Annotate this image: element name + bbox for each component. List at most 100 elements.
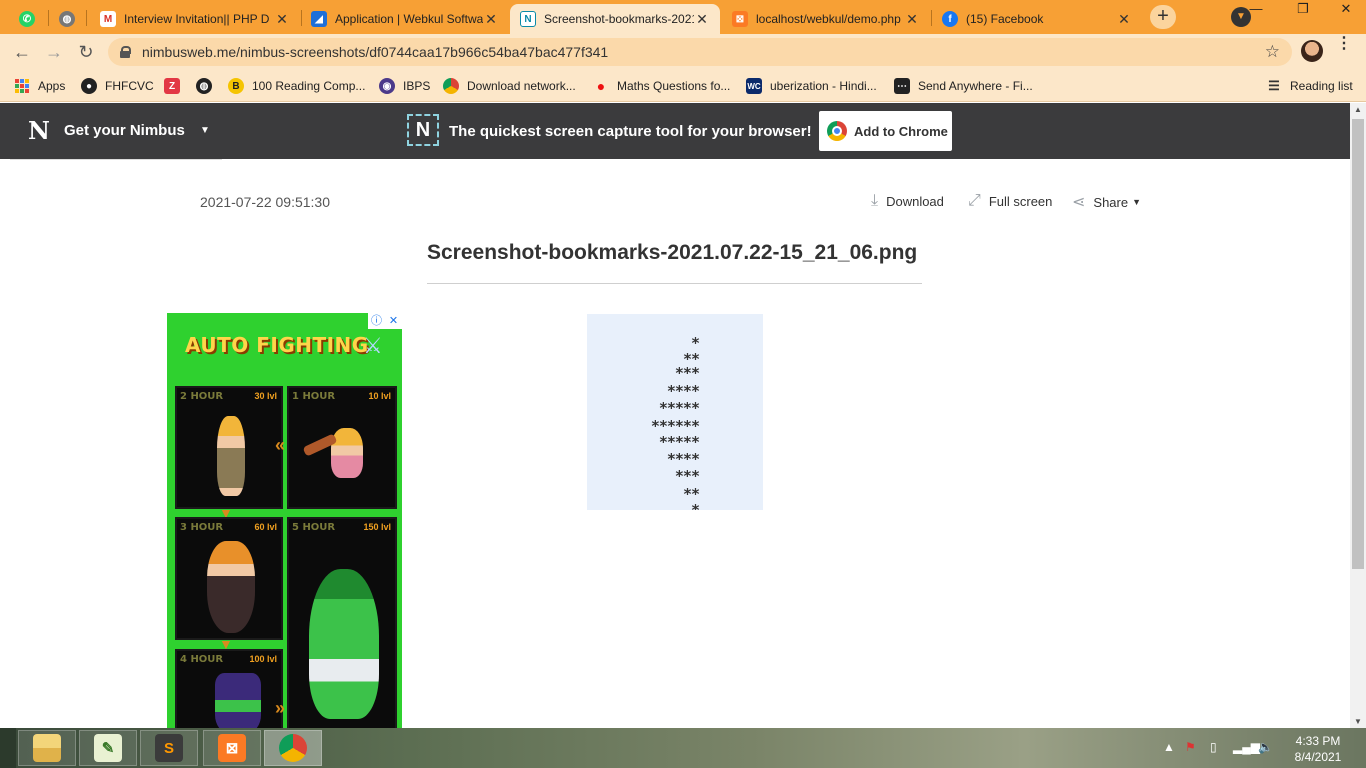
profile-avatar[interactable]	[1301, 40, 1323, 62]
ad-info-icon[interactable]: ⓘ	[368, 313, 385, 329]
taskbar-notepad[interactable]: ✎	[79, 730, 137, 766]
reading-list-button[interactable]: ☰ Reading list	[1266, 76, 1353, 96]
close-window-icon[interactable]: ✕	[1326, 0, 1366, 20]
share-button[interactable]: ⋖ Share ▼	[1072, 192, 1141, 212]
add-to-chrome-label: Add to Chrome	[854, 123, 948, 139]
restore-icon[interactable]: ❐	[1283, 0, 1323, 20]
ad-card-label: 2 HOUR	[180, 391, 224, 402]
folder-icon	[33, 734, 61, 762]
advertisement[interactable]: AUTO FIGHTING ⚔ ⓘ ✕ 2 HOUR 30 lvl 1 HOUR…	[167, 313, 402, 728]
bookmark-send-anywhere[interactable]: ⋯ Send Anywhere - Fi...	[894, 76, 1033, 96]
browser-toolbar: ← → ↻ nimbusweb.me/nimbus-screenshots/df…	[0, 34, 1366, 70]
divider	[10, 159, 222, 160]
tab-close-icon[interactable]: ✕	[1116, 11, 1132, 28]
reload-icon[interactable]: ↻	[74, 40, 98, 64]
bookmark-apps[interactable]: Apps	[14, 76, 65, 96]
bookmark-fhfcvc[interactable]: ● FHFCVC	[81, 76, 154, 96]
taskbar-sublime[interactable]: S	[140, 730, 198, 766]
bookmark-label: FHFCVC	[105, 79, 154, 93]
tab-whatsapp[interactable]: ✆	[10, 4, 44, 34]
minimize-icon[interactable]: —	[1236, 0, 1276, 20]
tab-close-icon[interactable]: ✕	[694, 11, 710, 28]
tab-pinned-globe[interactable]: ◍	[50, 4, 84, 34]
menu-icon[interactable]: ⋮	[1336, 36, 1352, 52]
webkul-icon: ◢	[311, 11, 327, 27]
screenshot-preview[interactable]: * ** *** **** ***** ****** ***** **** *** ** *	[587, 314, 763, 510]
scroll-down-icon[interactable]: ▼	[1350, 717, 1366, 726]
bookmarks-bar: Apps ● FHFCVC Z ◍ B 100 Reading Comp... …	[0, 70, 1366, 102]
ad-controls: ⓘ ✕	[368, 313, 402, 329]
bookmark-label: uberization - Hindi...	[770, 79, 877, 93]
tab-close-icon[interactable]: ✕	[904, 11, 920, 28]
tab-interview-invitation[interactable]: M Interview Invitation|| PHP D ✕	[90, 4, 300, 34]
nimbus-logo-icon[interactable]: N	[28, 116, 54, 145]
nimbus-header: N Get your Nimbus ▼ N The quickest scree…	[0, 103, 1350, 159]
bookmark-zomato[interactable]: Z	[164, 76, 188, 96]
get-nimbus-menu[interactable]: Get your Nimbus	[64, 122, 185, 139]
facebook-icon: f	[942, 11, 958, 27]
ad-close-icon[interactable]: ✕	[385, 313, 402, 329]
taskbar-xampp[interactable]: ⊠	[203, 730, 261, 766]
tab-facebook[interactable]: f (15) Facebook ✕	[932, 4, 1142, 34]
title-underline	[427, 283, 922, 284]
tab-separator	[48, 10, 49, 26]
share-icon: ⋖	[1072, 194, 1086, 211]
address-bar[interactable]: nimbusweb.me/nimbus-screenshots/df0744ca…	[108, 38, 1292, 66]
download-button[interactable]: ⤓ Download	[871, 192, 944, 210]
bookmark-reading-comp[interactable]: B 100 Reading Comp...	[228, 76, 365, 96]
start-button[interactable]	[0, 728, 16, 768]
tray-flag-icon[interactable]: ⚑	[1185, 740, 1196, 754]
bookmark-star-icon[interactable]: ☆	[1265, 42, 1280, 62]
back-icon[interactable]: ←	[10, 40, 34, 64]
tab-title: Screenshot-bookmarks-2021	[544, 12, 694, 26]
chevron-down-icon[interactable]: ▼	[200, 125, 210, 136]
taskbar-chrome[interactable]	[264, 730, 322, 766]
url-text: nimbusweb.me/nimbus-screenshots/df0744ca…	[142, 44, 609, 60]
lock-icon[interactable]	[120, 46, 131, 58]
tab-title: (15) Facebook	[966, 12, 1044, 26]
tab-close-icon[interactable]: ✕	[274, 11, 290, 28]
xampp-icon: ⊠	[218, 734, 246, 762]
chevron-down-icon: ▼	[1132, 197, 1142, 207]
tray-device-icon[interactable]: ▯	[1210, 740, 1217, 754]
system-clock[interactable]: 4:33 PM 8/4/2021	[1290, 733, 1346, 765]
zomato-icon: Z	[164, 78, 180, 94]
map-pin-icon: ●	[596, 78, 606, 94]
bookmark-download-network[interactable]: Download network...	[443, 76, 576, 96]
character-image	[217, 416, 245, 496]
scroll-thumb[interactable]	[1352, 119, 1364, 569]
tab-close-icon[interactable]: ✕	[483, 11, 499, 28]
preview-star-row: ****	[666, 450, 700, 468]
tab-localhost-demo[interactable]: ⊠ localhost/webkul/demo.php ✕	[722, 4, 930, 34]
fullscreen-button[interactable]: ⤢ Full screen	[968, 192, 1052, 210]
tab-screenshot-bookmarks[interactable]: N Screenshot-bookmarks-2021 ✕	[510, 4, 720, 34]
tab-application-webkul[interactable]: ◢ Application | Webkul Softwa ✕	[301, 4, 509, 34]
forward-icon[interactable]: →	[42, 40, 66, 64]
vertical-scrollbar[interactable]: ▲ ▼	[1350, 103, 1366, 728]
add-to-chrome-button[interactable]: Add to Chrome	[819, 111, 952, 151]
bookmark-maths-questions[interactable]: ● Maths Questions fo...	[593, 76, 731, 96]
volume-icon[interactable]: 🔈	[1258, 740, 1273, 754]
bookmark-globe[interactable]: ◍	[196, 76, 220, 96]
character-image	[215, 673, 261, 728]
notepad-icon: ✎	[94, 734, 122, 762]
scroll-up-icon[interactable]: ▲	[1350, 105, 1366, 114]
bookmark-ibps[interactable]: ◉ IBPS	[379, 76, 430, 96]
tab-title: Application | Webkul Softwa	[335, 12, 483, 26]
tab-title: Interview Invitation|| PHP D	[124, 12, 270, 26]
ad-card: 4 HOUR 100 lvl	[175, 649, 283, 728]
nimbus-capture-icon: N	[407, 114, 439, 146]
taskbar-file-explorer[interactable]	[18, 730, 76, 766]
new-tab-button[interactable]: +	[1150, 5, 1176, 29]
character-image	[309, 569, 379, 719]
network-icon[interactable]: ▂▄▆	[1233, 740, 1260, 754]
character-image	[207, 541, 255, 633]
preview-star-row: ***	[674, 467, 700, 485]
ad-card: 5 HOUR 150 lvl	[287, 517, 397, 728]
bytes-icon: B	[228, 78, 244, 94]
ad-card-label: 3 HOUR	[180, 522, 224, 533]
tray-expand-icon[interactable]: ▲	[1163, 740, 1175, 754]
download-icon: ⤓	[871, 192, 879, 209]
ad-card-level: 30 lvl	[254, 391, 277, 401]
bookmark-uberization[interactable]: WC uberization - Hindi...	[746, 76, 877, 96]
